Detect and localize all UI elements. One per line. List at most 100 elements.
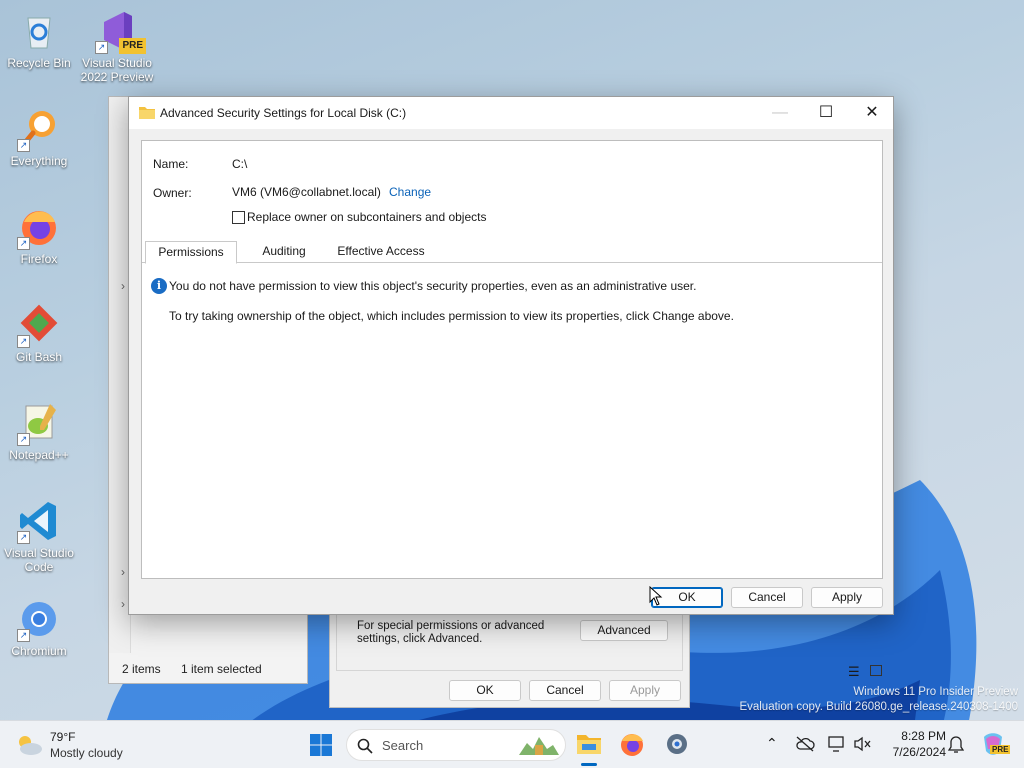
info-message: You do not have permission to view this … [169,279,697,293]
desktop-icon-label: Notepad++ [9,448,69,462]
shortcut-arrow-icon: ↗ [95,41,108,54]
owner-value: VM6 (VM6@collabnet.local) [232,185,381,199]
tab-effective-access[interactable]: Effective Access [331,241,431,263]
properties-cancel-button[interactable]: Cancel [529,680,601,701]
weather-description: Mostly cloudy [50,746,123,760]
owner-label: Owner: [153,186,192,200]
chevron-right-icon[interactable]: › [121,565,125,579]
desktop-icon-label: Firefox [20,252,58,266]
hint-message: To try taking ownership of the object, w… [169,309,734,323]
pre-badge: PRE [119,38,146,54]
desktop-icon-recycle-bin[interactable]: Recycle Bin [0,8,78,70]
search-highlight-icon [519,737,559,755]
tab-permissions[interactable]: Permissions [145,241,237,264]
maximize-button[interactable]: ☐ [803,97,849,129]
desktop-icon-notepad-plus-plus[interactable]: ↗ Notepad++ [0,400,78,462]
clock-date: 7/26/2024 [892,745,946,759]
properties-apply-button[interactable]: Apply [609,680,681,701]
network-icon[interactable] [828,735,846,753]
copilot-pre-badge: PRE [990,745,1011,754]
search-placeholder: Search [382,738,424,753]
weather-temperature: 79°F [50,730,76,744]
chevron-right-icon[interactable]: › [121,279,125,293]
chevron-up-icon[interactable]: ⌃ [766,735,778,752]
desktop-icon-label: Git Bash [15,350,63,364]
windows-logo-icon [310,734,332,756]
mouse-cursor-icon [649,586,663,606]
desktop-icon-firefox[interactable]: ↗ Firefox [0,204,78,266]
name-value: C:\ [232,157,248,171]
gear-icon [667,734,687,754]
advanced-description: For special permissions or advanced sett… [357,620,545,645]
desktop-icon-label: Visual Studio 2022 Preview [80,56,154,84]
shortcut-arrow-icon: ↗ [17,237,30,250]
change-owner-link[interactable]: Change [389,185,431,199]
cloud-offline-icon[interactable] [795,736,815,752]
file-explorer-taskbar-button[interactable] [576,731,602,766]
name-label: Name: [153,157,189,171]
search-icon [357,738,373,754]
watermark-line-1: Windows 11 Pro Insider Preview [853,686,1018,698]
shortcut-arrow-icon: ↗ [17,335,30,348]
git-bash-icon: ↗ [16,302,62,348]
properties-advanced-group: For special permissions or advanced sett… [336,613,683,671]
desktop-icon-visual-studio[interactable]: ↗ PRE Visual Studio 2022 Preview [78,8,156,84]
explorer-view-toggles: ☰ [848,664,888,680]
shortcut-arrow-icon: ↗ [17,433,30,446]
info-icon: i [151,278,167,294]
desktop-icon-label: Visual Studio Code [4,546,74,574]
desktop-icon-everything[interactable]: ↗ Everything [0,106,78,168]
evaluation-watermark: Windows 11 Pro Insider Preview Evaluatio… [739,685,1018,715]
clock-time: 8:28 PM [901,729,946,743]
visual-studio-icon: ↗ PRE [94,8,146,54]
firefox-icon: ↗ [16,204,62,250]
active-app-indicator [581,763,597,766]
cancel-button[interactable]: Cancel [731,587,803,608]
tiles-view-icon[interactable] [870,665,882,676]
vscode-icon: ↗ [16,498,62,544]
taskbar-search-box[interactable]: Search [346,729,566,761]
advanced-button[interactable]: Advanced [580,620,668,641]
explorer-status-bar: 2 items 1 item selected [109,653,307,683]
shortcut-arrow-icon: ↗ [17,629,30,642]
notification-bell-icon[interactable] [948,736,964,754]
weather-widget[interactable]: 79°F Mostly cloudy [14,729,154,761]
desktop-icon-git-bash[interactable]: ↗ Git Bash [0,302,78,364]
advanced-security-settings-dialog: Advanced Security Settings for Local Dis… [128,96,894,615]
settings-taskbar-button[interactable] [664,731,690,757]
minimize-button[interactable]: — [757,97,803,129]
dialog-content-panel: Name: C:\ Owner: VM6 (VM6@collabnet.loca… [141,140,883,579]
watermark-line-2: Evaluation copy. Build 26080.ge_release.… [739,701,1018,713]
details-view-icon[interactable]: ☰ [848,664,860,680]
chevron-right-icon[interactable]: › [121,597,125,611]
close-button[interactable]: ✕ [849,97,895,129]
dialog-titlebar[interactable]: Advanced Security Settings for Local Dis… [129,97,893,129]
copilot-button[interactable]: PRE [980,731,1011,757]
tab-auditing[interactable]: Auditing [242,241,326,263]
properties-ok-button[interactable]: OK [449,680,521,701]
desktop-icon-chromium[interactable]: ↗ Chromium [0,596,78,658]
security-tabs: Permissions Auditing Effective Access [142,241,882,264]
recycle-bin-icon [16,8,62,54]
firefox-taskbar-button[interactable] [619,731,645,757]
shortcut-arrow-icon: ↗ [17,531,30,544]
start-button[interactable] [309,733,333,757]
desktop-icon-label: Recycle Bin [7,56,71,70]
desktop-icon-vscode[interactable]: ↗ Visual Studio Code [0,498,78,574]
clock[interactable]: 8:28 PM 7/26/2024 [876,728,946,760]
cloudy-weather-icon [19,736,42,755]
shortcut-arrow-icon: ↗ [17,139,30,152]
apply-button[interactable]: Apply [811,587,883,608]
chromium-icon: ↗ [16,596,62,642]
status-item-count: 2 items [122,662,161,676]
replace-owner-checkbox[interactable] [232,211,245,224]
volume-muted-icon[interactable] [853,735,871,753]
notepad-plus-plus-icon: ↗ [16,400,62,446]
everything-icon: ↗ [16,106,62,152]
status-selected-count: 1 item selected [181,662,262,676]
replace-owner-label: Replace owner on subcontainers and objec… [247,210,487,224]
dialog-title: Advanced Security Settings for Local Dis… [160,106,407,120]
folder-icon [139,107,155,119]
properties-dialog: For special permissions or advanced sett… [329,612,690,708]
desktop-icon-label: Chromium [11,644,67,658]
